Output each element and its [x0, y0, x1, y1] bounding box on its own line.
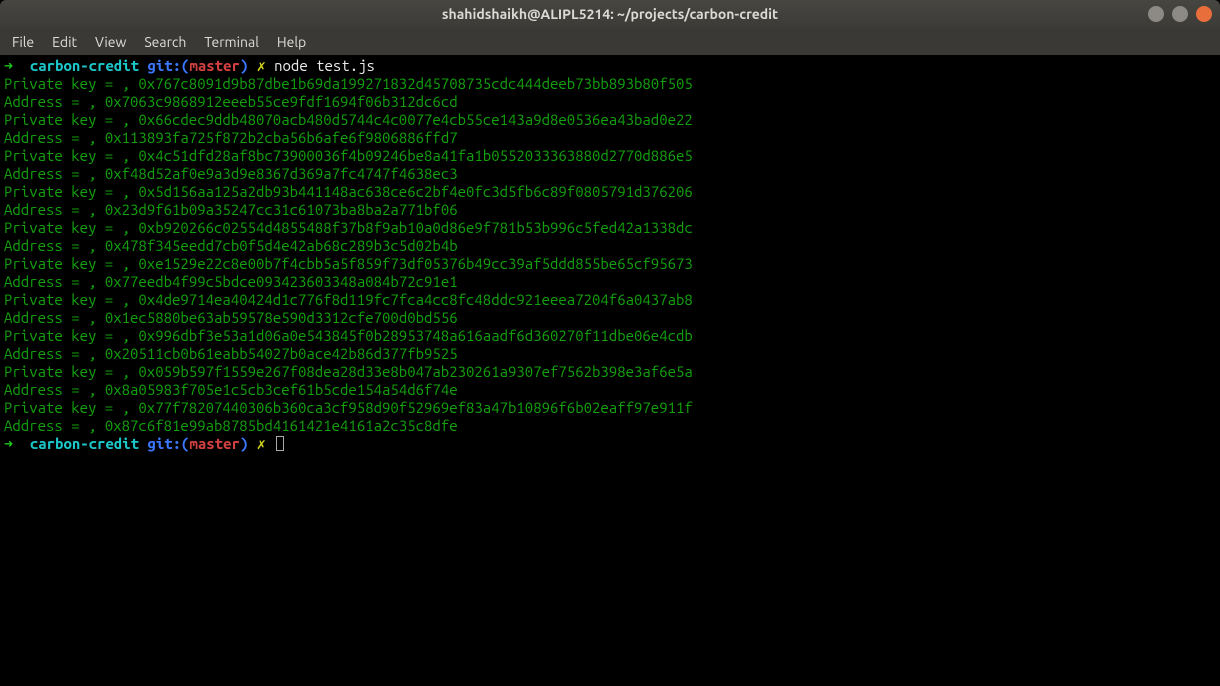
address-label-line: Address = , 0x20511cb0b61eabb54027b0ace4…	[4, 345, 1216, 363]
private-key-label: Private key = ,	[4, 255, 138, 272]
address-label: Address = ,	[4, 237, 105, 254]
terminal-output-area[interactable]: ➜ carbon-credit git:(master) ✗ node test…	[0, 55, 1220, 686]
address-value-9: 0x87c6f81e99ab8785bd4161421e4161a2c35c8d…	[105, 417, 458, 434]
address-label: Address = ,	[4, 273, 105, 290]
private-key-value-4: 0xb920266c02554d4855488f37b8f9ab10a0d86e…	[138, 219, 692, 236]
private-key-value-3: 0x5d156aa125a2db93b441148ac638ce6c2bf4e0…	[138, 183, 692, 200]
private-key-label: Private key = ,	[4, 147, 138, 164]
private-key-label-line: Private key = , 0xb920266c02554d4855488f…	[4, 219, 1216, 237]
prompt-git-label: git:(	[147, 57, 189, 74]
private-key-label-line: Private key = , 0x77f78207440306b360ca3c…	[4, 399, 1216, 417]
private-key-label: Private key = ,	[4, 183, 138, 200]
address-label: Address = ,	[4, 201, 105, 218]
prompt-line-command: ➜ carbon-credit git:(master) ✗ node test…	[4, 57, 1216, 75]
prompt-arrow-icon: ➜	[4, 435, 30, 452]
address-value-2: 0xf48d52af0e9a3d9e8367d369a7fc4747f4638e…	[105, 165, 458, 182]
private-key-value-1: 0x66cdec9ddb48070acb480d5744c4c0077e4cb5…	[138, 111, 692, 128]
private-key-label-line: Private key = , 0x4c51dfd28af8bc73900036…	[4, 147, 1216, 165]
private-key-label: Private key = ,	[4, 291, 138, 308]
private-key-label-line: Private key = , 0x66cdec9ddb48070acb480d…	[4, 111, 1216, 129]
prompt-git-close: )	[240, 57, 257, 74]
prompt-arrow-icon: ➜	[4, 57, 30, 74]
address-value-4: 0x478f345eedd7cb0f5d4e42ab68c289b3c5d02b…	[105, 237, 458, 254]
command-text: node test.js	[274, 57, 375, 74]
address-value-5: 0x77eedb4f99c5bdce093423603348a084b72c91…	[105, 273, 458, 290]
menu-view[interactable]: View	[87, 31, 134, 53]
menu-file[interactable]: File	[4, 31, 42, 53]
menubar: File Edit View Search Terminal Help	[0, 28, 1220, 55]
menu-edit[interactable]: Edit	[44, 31, 85, 53]
private-key-value-8: 0x059b597f1559e267f08dea28d33e8b047ab230…	[138, 363, 692, 380]
address-label-line: Address = , 0x113893fa725f872b2cba56b6af…	[4, 129, 1216, 147]
maximize-button[interactable]	[1172, 6, 1188, 22]
private-key-label: Private key = ,	[4, 363, 138, 380]
private-key-label-line: Private key = , 0x996dbf3e53a1d06a0e5438…	[4, 327, 1216, 345]
prompt-branch: master	[189, 57, 239, 74]
address-value-6: 0x1ec5880be63ab59578e590d3312cfe700d0bd5…	[105, 309, 458, 326]
private-key-label-line: Private key = , 0x059b597f1559e267f08dea…	[4, 363, 1216, 381]
window-title: shahidshaikh@ALIPL5214: ~/projects/carbo…	[442, 6, 778, 22]
address-label-line: Address = , 0x7063c9868912eeeb55ce9fdf16…	[4, 93, 1216, 111]
private-key-value-6: 0x4de9714ea40424d1c776f8d119fc7fca4cc8fc…	[138, 291, 692, 308]
address-label-line: Address = , 0x1ec5880be63ab59578e590d331…	[4, 309, 1216, 327]
address-label-line: Address = , 0x87c6f81e99ab8785bd4161421e…	[4, 417, 1216, 435]
private-key-label-line: Private key = , 0x5d156aa125a2db93b44114…	[4, 183, 1216, 201]
prompt-dirname: carbon-credit	[30, 435, 148, 452]
address-value-8: 0x8a05983f705e1c5cb3cef61b5cde154a54d6f7…	[105, 381, 458, 398]
prompt-dirty-icon: ✗	[257, 435, 274, 452]
close-button[interactable]	[1196, 6, 1212, 22]
address-label: Address = ,	[4, 417, 105, 434]
address-label: Address = ,	[4, 129, 105, 146]
titlebar[interactable]: shahidshaikh@ALIPL5214: ~/projects/carbo…	[0, 0, 1220, 28]
private-key-label: Private key = ,	[4, 111, 138, 128]
private-key-value-2: 0x4c51dfd28af8bc73900036f4b09246be8a41fa…	[138, 147, 692, 164]
minimize-button[interactable]	[1148, 6, 1164, 22]
private-key-label: Private key = ,	[4, 399, 138, 416]
address-label: Address = ,	[4, 381, 105, 398]
address-value-3: 0x23d9f61b09a35247cc31c61073ba8ba2a771bf…	[105, 201, 458, 218]
private-key-value-9: 0x77f78207440306b360ca3cf958d90f52969ef8…	[138, 399, 692, 416]
menu-search[interactable]: Search	[136, 31, 194, 53]
address-label: Address = ,	[4, 345, 105, 362]
private-key-value-0: 0x767c8091d9b87dbe1b69da199271832d457087…	[138, 75, 692, 92]
private-key-label-line: Private key = , 0xe1529e22c8e00b7f4cbb5a…	[4, 255, 1216, 273]
address-label: Address = ,	[4, 309, 105, 326]
cursor-block	[276, 436, 284, 451]
address-label: Address = ,	[4, 165, 105, 182]
private-key-label: Private key = ,	[4, 75, 138, 92]
prompt-git-close: )	[240, 435, 257, 452]
private-key-label-line: Private key = , 0x767c8091d9b87dbe1b69da…	[4, 75, 1216, 93]
prompt-dirty-icon: ✗	[257, 57, 274, 74]
menu-terminal[interactable]: Terminal	[196, 31, 267, 53]
terminal-window: shahidshaikh@ALIPL5214: ~/projects/carbo…	[0, 0, 1220, 686]
prompt-line-idle: ➜ carbon-credit git:(master) ✗	[4, 435, 1216, 453]
private-key-label-line: Private key = , 0x4de9714ea40424d1c776f8…	[4, 291, 1216, 309]
private-key-value-5: 0xe1529e22c8e00b7f4cbb5a5f859f73df05376b…	[138, 255, 692, 272]
address-label-line: Address = , 0x478f345eedd7cb0f5d4e42ab68…	[4, 237, 1216, 255]
address-label: Address = ,	[4, 93, 105, 110]
address-label-line: Address = , 0x23d9f61b09a35247cc31c61073…	[4, 201, 1216, 219]
prompt-branch: master	[189, 435, 239, 452]
address-value-1: 0x113893fa725f872b2cba56b6afe6f9806886ff…	[105, 129, 458, 146]
private-key-label: Private key = ,	[4, 219, 138, 236]
address-label-line: Address = , 0x8a05983f705e1c5cb3cef61b5c…	[4, 381, 1216, 399]
prompt-dirname: carbon-credit	[30, 57, 148, 74]
window-controls	[1148, 6, 1212, 22]
address-value-0: 0x7063c9868912eeeb55ce9fdf1694f06b312dc6…	[105, 93, 458, 110]
private-key-label: Private key = ,	[4, 327, 138, 344]
prompt-git-label: git:(	[147, 435, 189, 452]
menu-help[interactable]: Help	[269, 31, 314, 53]
address-label-line: Address = , 0xf48d52af0e9a3d9e8367d369a7…	[4, 165, 1216, 183]
private-key-value-7: 0x996dbf3e53a1d06a0e543845f0b28953748a61…	[138, 327, 692, 344]
address-value-7: 0x20511cb0b61eabb54027b0ace42b86d377fb95…	[105, 345, 458, 362]
address-label-line: Address = , 0x77eedb4f99c5bdce0934236033…	[4, 273, 1216, 291]
